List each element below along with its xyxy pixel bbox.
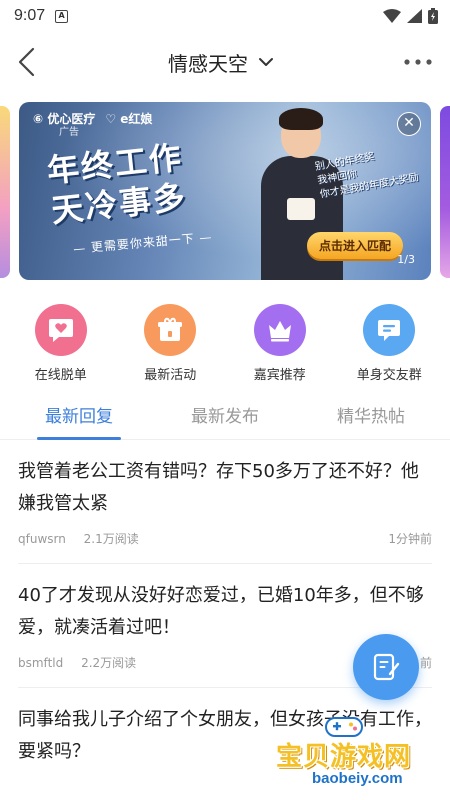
chat-heart-icon bbox=[34, 304, 87, 356]
post-title: 40了才发现从没好好恋爱过，已婚10年多，但不够爱，就凑活着过吧！ bbox=[18, 585, 424, 638]
status-bar: 9:07 A bbox=[0, 0, 450, 32]
banner-peek-next[interactable] bbox=[440, 106, 450, 278]
signal-icon bbox=[407, 9, 422, 23]
tab-featured-hot[interactable]: 精华热帖 bbox=[298, 390, 444, 439]
more-dots-icon bbox=[404, 59, 432, 65]
tab-label: 精华热帖 bbox=[337, 407, 405, 427]
status-left: 9:07 A bbox=[14, 7, 69, 25]
post-tabs: 最新回复 最新发布 精华热帖 bbox=[0, 390, 450, 440]
watermark-logo: 宝贝游戏网 baobeiy.com bbox=[272, 712, 450, 800]
post-author: bsmftld bbox=[18, 656, 64, 670]
ad-banner[interactable]: ⑥ 优心医疗 ♡ e红娘 广告 年终工作 天冷事多 — 更需要你来甜一下 — 别… bbox=[19, 102, 431, 280]
wifi-icon bbox=[383, 9, 401, 23]
chevron-down-icon bbox=[259, 58, 273, 66]
post-views: 2.1万阅读 bbox=[83, 532, 139, 546]
more-button[interactable] bbox=[400, 42, 436, 82]
quick-nav-label: 在线脱单 bbox=[34, 368, 87, 383]
banner-cta-button[interactable]: 点击进入匹配 bbox=[307, 232, 404, 259]
post-time: 1分钟前 bbox=[388, 532, 432, 546]
forum-selector[interactable]: 情感天空 bbox=[168, 48, 274, 77]
quick-nav-singles-group[interactable]: 单身交友群 bbox=[339, 304, 439, 390]
compose-post-button[interactable] bbox=[353, 634, 419, 700]
banner-pager: 1/3 bbox=[397, 253, 415, 266]
gift-box-icon bbox=[144, 304, 197, 356]
tab-label: 最新回复 bbox=[45, 407, 113, 427]
page-title: 情感天空 bbox=[168, 51, 248, 76]
gamepad-icon bbox=[325, 717, 363, 737]
sim-badge-icon: A bbox=[55, 9, 69, 23]
quick-nav-label: 单身交友群 bbox=[356, 368, 422, 383]
status-time: 9:07 bbox=[14, 7, 46, 24]
battery-icon bbox=[428, 8, 438, 24]
list-item[interactable]: 我管着老公工资有错吗？存下50多万了还不好？他嫌我管太紧 qfuwsrn 2.1… bbox=[0, 440, 450, 564]
watermark-url: baobeiy.com bbox=[312, 770, 403, 787]
post-meta: qfuwsrn 2.1万阅读 1分钟前 bbox=[18, 520, 432, 564]
quick-nav-guest-recommend[interactable]: 嘉宾推荐 bbox=[230, 304, 330, 390]
top-header: 情感天空 bbox=[0, 32, 450, 92]
post-author: qfuwsrn bbox=[18, 532, 66, 546]
group-chat-icon bbox=[363, 304, 416, 356]
post-title: 我管着老公工资有错吗？存下50多万了还不好？他嫌我管太紧 bbox=[18, 461, 419, 514]
close-ad-button[interactable]: ✕ bbox=[397, 112, 421, 136]
edit-note-icon bbox=[373, 653, 400, 681]
banner-peek-prev[interactable] bbox=[0, 106, 10, 278]
banner-headline: 年终工作 天冷事多 bbox=[45, 137, 189, 231]
crown-icon bbox=[253, 304, 306, 356]
quick-nav: 在线脱单 最新活动 嘉宾推荐 单身交友群 bbox=[0, 292, 450, 390]
post-time: 前 bbox=[419, 656, 432, 670]
watermark-text: 宝贝游戏网 bbox=[276, 742, 412, 772]
tab-latest-posts[interactable]: 最新发布 bbox=[152, 390, 298, 439]
post-views: 2.2万阅读 bbox=[81, 656, 137, 670]
quick-nav-latest-events[interactable]: 最新活动 bbox=[120, 304, 220, 390]
status-right bbox=[383, 8, 438, 24]
sponsor-logo-right: ♡ e红娘 bbox=[105, 112, 153, 126]
back-button[interactable] bbox=[10, 42, 42, 82]
banner-logos: ⑥ 优心医疗 ♡ e红娘 bbox=[33, 110, 152, 127]
tab-latest-replies[interactable]: 最新回复 bbox=[6, 390, 152, 440]
ad-tag: 广告 bbox=[59, 127, 79, 138]
quick-nav-online-dating[interactable]: 在线脱单 bbox=[11, 304, 111, 390]
quick-nav-label: 最新活动 bbox=[144, 368, 197, 383]
tab-label: 最新发布 bbox=[191, 407, 259, 427]
banner-carousel[interactable]: ⑥ 优心医疗 ♡ e红娘 广告 年终工作 天冷事多 — 更需要你来甜一下 — 别… bbox=[0, 102, 450, 292]
chevron-left-icon bbox=[18, 47, 35, 77]
quick-nav-label: 嘉宾推荐 bbox=[253, 368, 306, 383]
